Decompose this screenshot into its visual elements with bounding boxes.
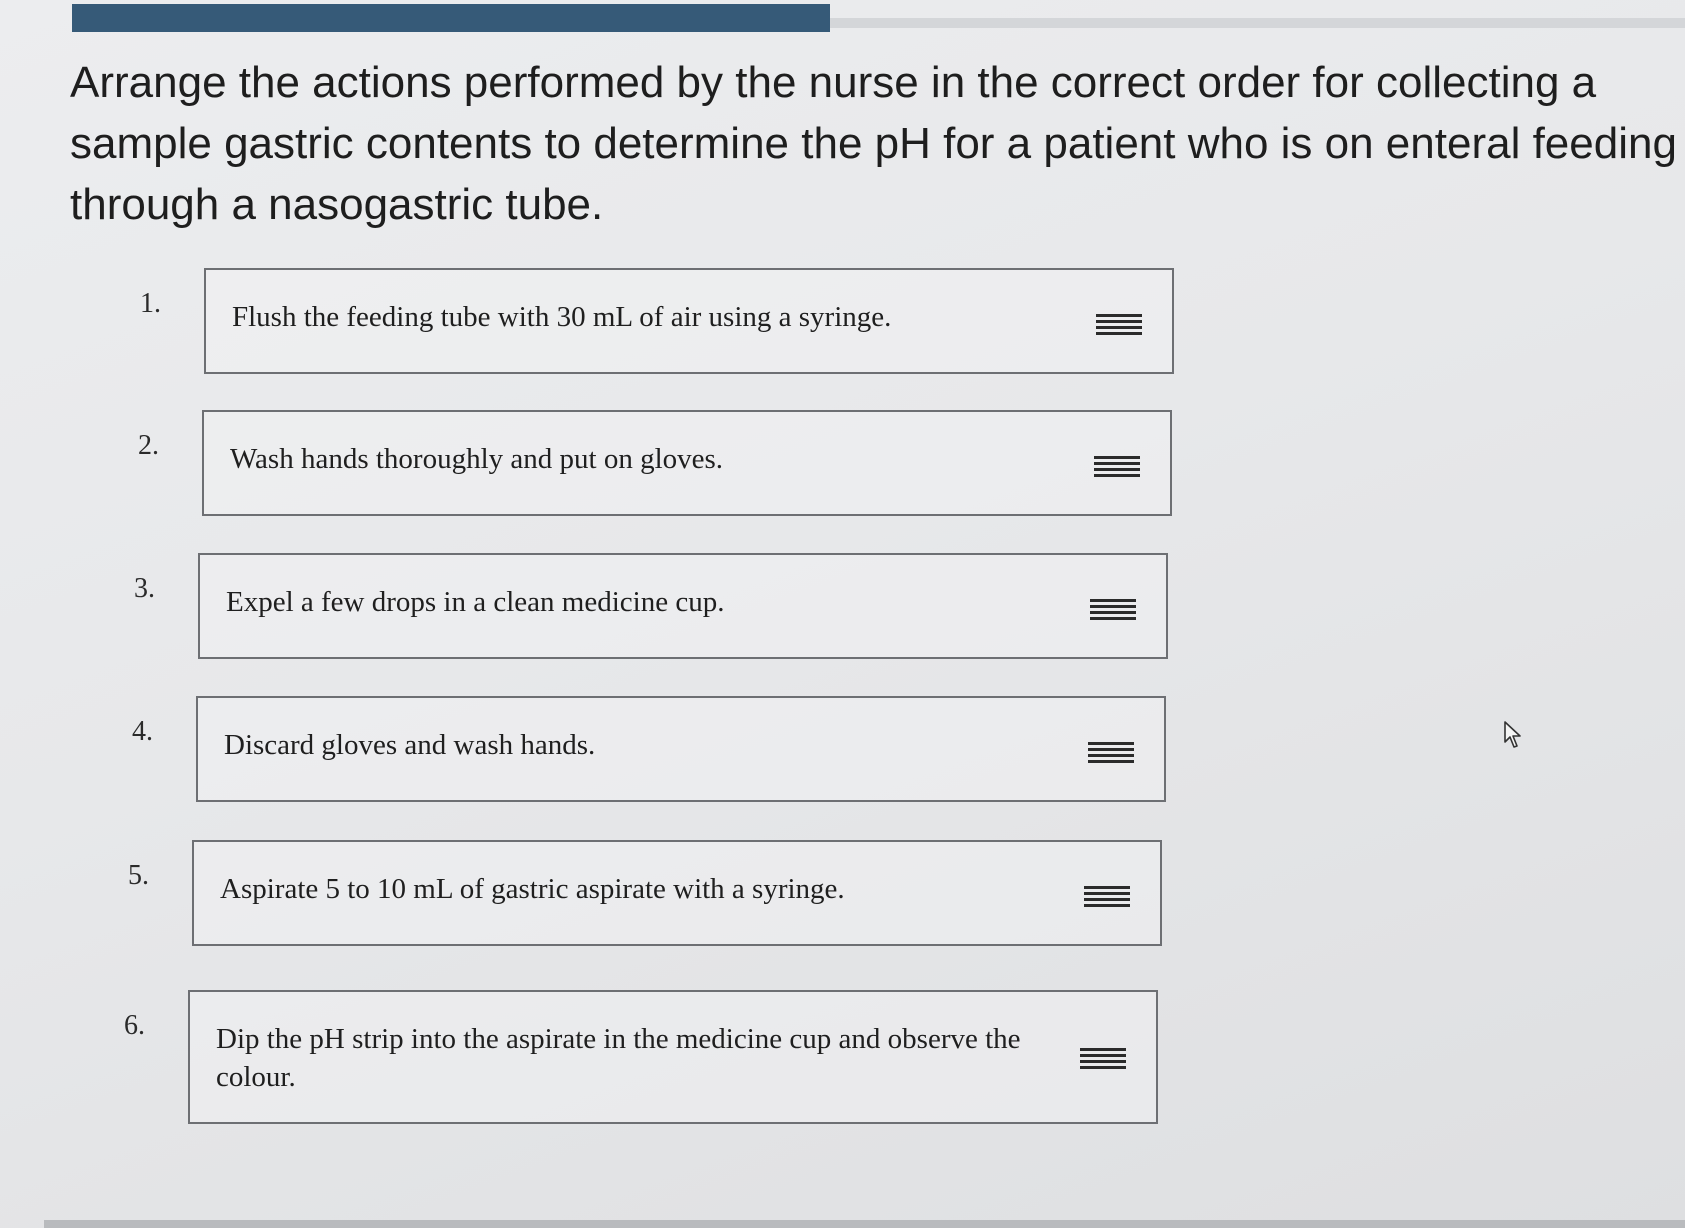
item-number: 1. [140, 288, 161, 319]
item-number: 2. [138, 430, 159, 461]
item-text: Discard gloves and wash hands. [224, 729, 596, 761]
drag-handle-icon[interactable] [1096, 314, 1142, 336]
item-number: 5. [128, 860, 149, 891]
draggable-card[interactable]: Dip the pH strip into the aspirate in th… [188, 990, 1158, 1124]
item-number: 3. [134, 573, 155, 604]
draggable-card[interactable]: Discard gloves and wash hands. [196, 696, 1166, 802]
ordering-list: 1. Flush the feeding tube with 30 mL of … [0, 0, 1685, 1228]
draggable-card[interactable]: Expel a few drops in a clean medicine cu… [198, 553, 1168, 659]
drag-handle-icon[interactable] [1080, 1048, 1126, 1070]
item-text: Dip the pH strip into the aspirate in th… [216, 1023, 1021, 1093]
item-text: Expel a few drops in a clean medicine cu… [226, 586, 725, 618]
item-number: 6. [124, 1010, 145, 1041]
draggable-card[interactable]: Aspirate 5 to 10 mL of gastric aspirate … [192, 840, 1162, 946]
mouse-cursor-icon [1504, 721, 1521, 748]
item-text: Aspirate 5 to 10 mL of gastric aspirate … [220, 873, 845, 905]
drag-handle-icon[interactable] [1094, 456, 1140, 478]
draggable-card[interactable]: Wash hands thoroughly and put on gloves. [202, 410, 1172, 516]
item-text: Flush the feeding tube with 30 mL of air… [232, 301, 892, 333]
drag-handle-icon[interactable] [1090, 599, 1136, 621]
drag-handle-icon[interactable] [1088, 742, 1134, 764]
item-text: Wash hands thoroughly and put on gloves. [230, 443, 724, 475]
bottom-edge-bar [44, 1220, 1685, 1228]
item-number: 4. [132, 716, 153, 747]
draggable-card[interactable]: Flush the feeding tube with 30 mL of air… [204, 268, 1174, 374]
drag-handle-icon[interactable] [1084, 886, 1130, 908]
